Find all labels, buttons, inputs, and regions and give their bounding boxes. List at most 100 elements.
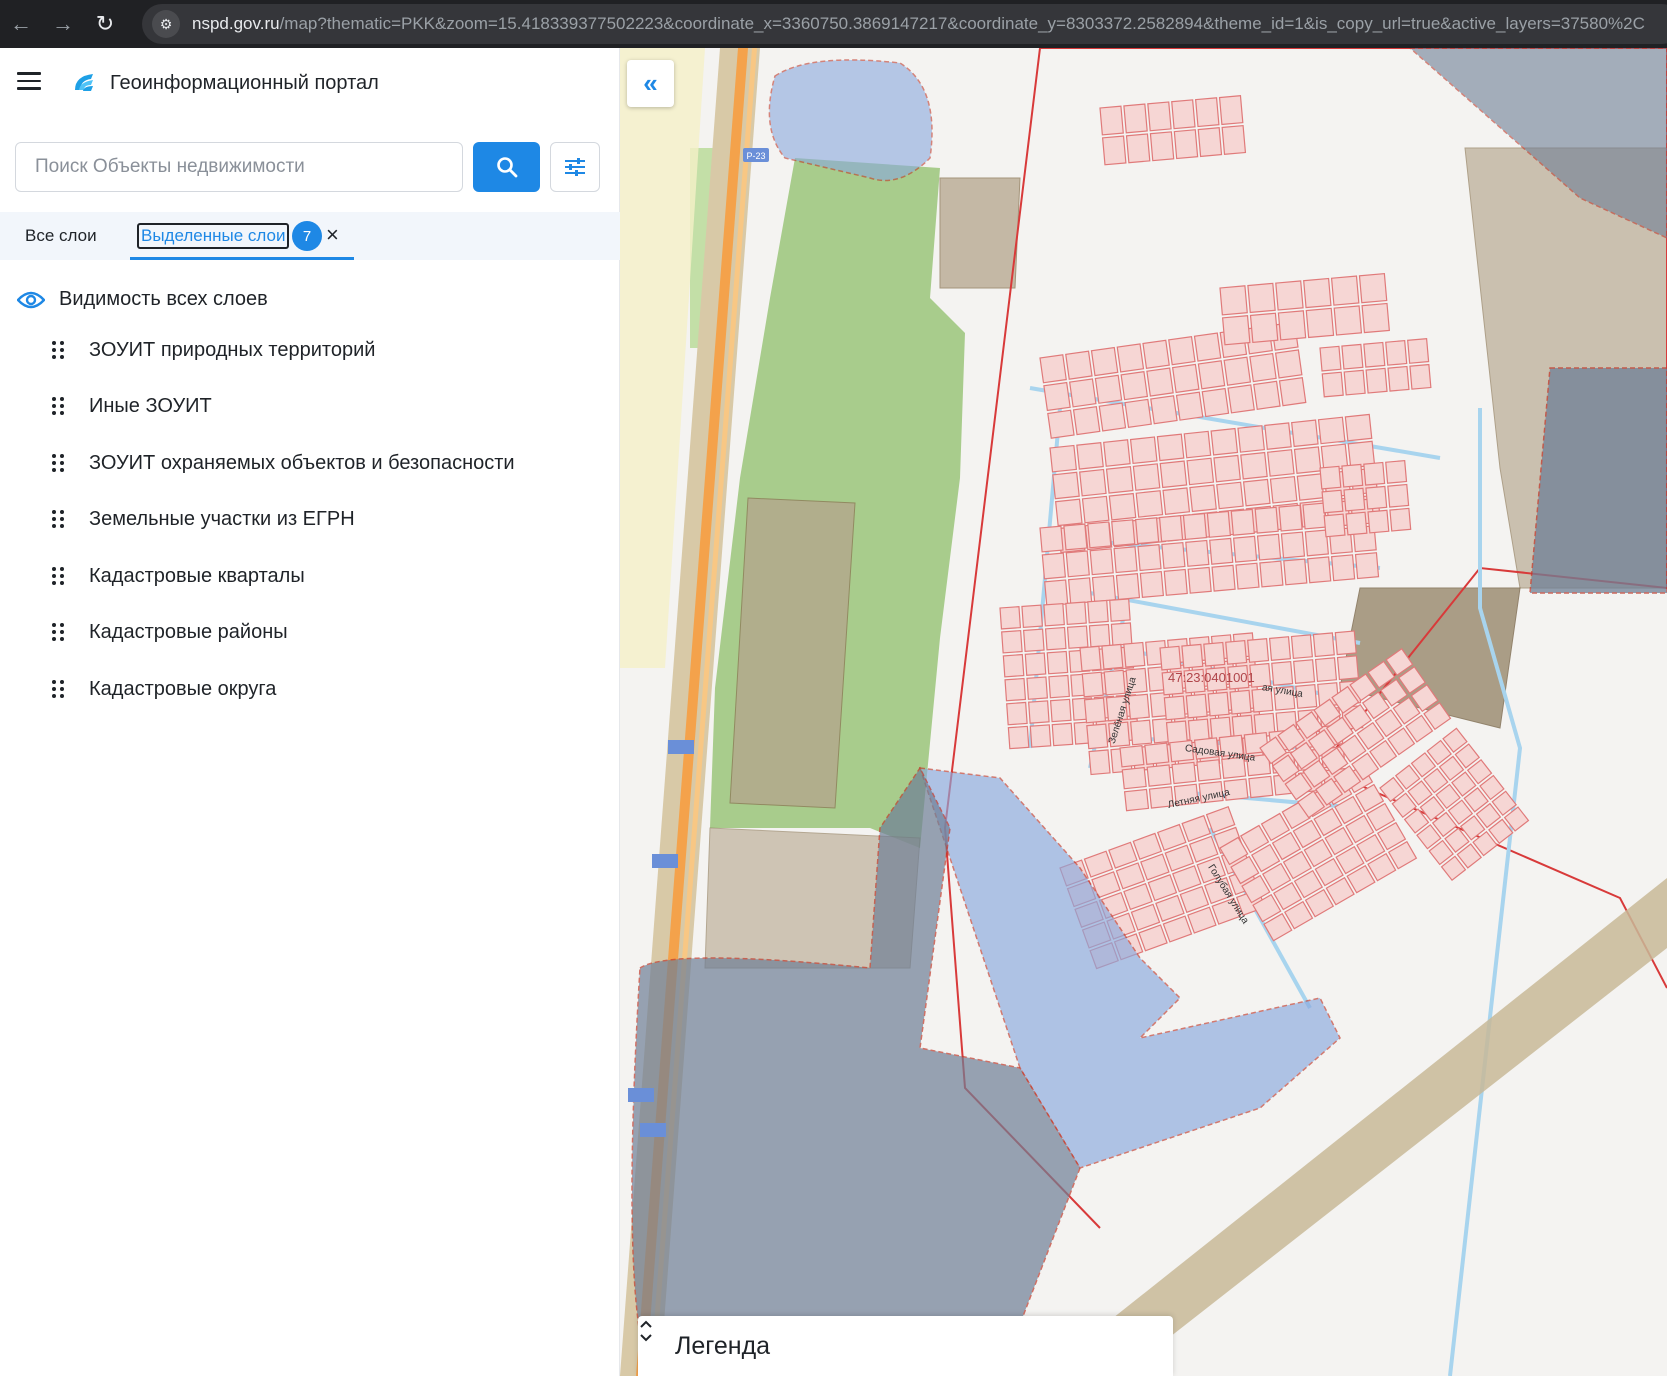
- land-parcel: [1079, 468, 1107, 497]
- land-parcel: [1146, 367, 1174, 397]
- layer-item[interactable]: Кадастровые районы: [52, 612, 288, 652]
- land-parcel: [1123, 788, 1150, 812]
- legend-title: Легенда: [675, 1332, 771, 1360]
- land-parcel: [1086, 723, 1109, 750]
- layer-item[interactable]: Земельные участки из ЕГРН: [52, 499, 355, 539]
- drag-handle-icon[interactable]: [52, 623, 66, 641]
- land-parcel: [1343, 369, 1366, 396]
- map-layers[interactable]: Р-23: [620, 48, 1667, 1376]
- visibility-label: Видимость всех слоев: [59, 288, 268, 310]
- land-parcel: [1101, 135, 1127, 166]
- land-parcel: [1076, 442, 1104, 470]
- back-arrow-icon[interactable]: ←: [0, 0, 42, 48]
- land-parcel: [1049, 444, 1078, 473]
- expand-collapse-icon[interactable]: [638, 1316, 654, 1346]
- layer-label: Земельные участки из ЕГРН: [89, 507, 355, 530]
- land-parcel: [1207, 691, 1230, 717]
- land-parcel: [1225, 639, 1248, 665]
- land-parcel: [1254, 506, 1279, 534]
- land-parcel: [1229, 689, 1252, 715]
- forward-arrow-icon[interactable]: →: [42, 0, 84, 48]
- land-parcel: [1358, 272, 1388, 304]
- land-parcel: [1109, 598, 1131, 622]
- search-button[interactable]: [473, 142, 540, 192]
- layer-item[interactable]: Кадастровые округа: [52, 669, 276, 709]
- land-parcel: [1307, 556, 1332, 584]
- tab-all-layers[interactable]: Все слои: [25, 226, 97, 246]
- land-parcel: [1218, 95, 1244, 126]
- land-parcel: [1065, 350, 1093, 380]
- land-parcel: [1333, 305, 1363, 336]
- drag-handle-icon[interactable]: [52, 341, 66, 359]
- land-parcel: [1119, 745, 1145, 768]
- land-parcel: [1108, 492, 1137, 521]
- legend-panel[interactable]: Легенда: [638, 1316, 1173, 1376]
- map-canvas[interactable]: Р-23 47:23:0401001 Зелёная улица Садовая…: [620, 48, 1667, 1376]
- land-parcel: [1181, 814, 1212, 843]
- drag-handle-icon[interactable]: [52, 510, 66, 528]
- site-info-icon[interactable]: ⚙: [152, 10, 180, 38]
- tab-selected-layers[interactable]: Выделенные слои: [137, 223, 290, 249]
- land-parcel: [1091, 575, 1117, 603]
- reload-icon[interactable]: ↻: [84, 0, 126, 48]
- land-parcel: [1365, 485, 1388, 510]
- parcel-block: [1219, 272, 1390, 346]
- app-header: Геоинформационный портал: [0, 48, 620, 120]
- land-parcel: [1385, 339, 1408, 366]
- cadastral-quarter-label[interactable]: 47:23:0401001: [1168, 670, 1255, 685]
- drag-handle-icon[interactable]: [52, 567, 66, 585]
- parcel-block: [1099, 95, 1247, 166]
- land-parcel: [1344, 413, 1373, 442]
- drag-handle-icon[interactable]: [52, 680, 66, 698]
- land-parcel: [1341, 463, 1364, 488]
- menu-icon[interactable]: [17, 72, 41, 92]
- land-parcel: [1336, 655, 1360, 681]
- land-parcel: [1304, 529, 1330, 557]
- land-parcel: [1407, 338, 1430, 364]
- land-parcel: [1221, 124, 1247, 155]
- land-parcel: [1293, 446, 1322, 474]
- land-parcel: [1194, 97, 1220, 128]
- drag-handle-icon[interactable]: [52, 397, 66, 415]
- eye-icon[interactable]: [17, 290, 45, 310]
- drag-handle-icon[interactable]: [52, 454, 66, 472]
- land-parcel: [1088, 623, 1111, 648]
- land-parcel: [1161, 541, 1186, 569]
- layer-item[interactable]: ЗОУИТ природных территорий: [52, 330, 375, 370]
- land-parcel: [1044, 626, 1067, 651]
- land-parcel: [1113, 546, 1138, 574]
- land-parcel: [1159, 460, 1188, 489]
- layer-item[interactable]: Иные ЗОУИТ: [52, 386, 212, 426]
- search-input[interactable]: Поиск Объекты недвижимости: [15, 142, 463, 192]
- layer-label: Иные ЗОУИТ: [89, 394, 212, 417]
- land-parcel: [1319, 345, 1342, 372]
- land-parcel: [1387, 483, 1410, 508]
- layer-item[interactable]: Кадастровые кварталы: [52, 556, 305, 596]
- collapse-panel-button[interactable]: «: [627, 60, 674, 107]
- url-text[interactable]: nspd.gov.ru/map?thematic=PKK&zoom=15.418…: [192, 14, 1645, 34]
- land-parcel: [1256, 533, 1282, 561]
- land-parcel: [1323, 513, 1346, 538]
- filter-button[interactable]: [550, 142, 600, 192]
- land-parcel: [1247, 638, 1270, 663]
- land-parcel: [1293, 659, 1316, 684]
- land-parcel: [1158, 515, 1184, 543]
- toggle-all-visibility[interactable]: Видимость всех слоев: [17, 288, 268, 311]
- app-title: Геоинформационный портал: [110, 72, 379, 94]
- land-parcel: [1155, 894, 1185, 922]
- close-icon[interactable]: ×: [326, 222, 339, 248]
- browser-toolbar: ← → ↻ ⚙ nspd.gov.ru/map?thematic=PKK&zoo…: [0, 0, 1667, 48]
- address-bar[interactable]: ⚙ nspd.gov.ru/map?thematic=PKK&zoom=15.4…: [142, 4, 1667, 44]
- land-parcel: [1321, 371, 1344, 398]
- land-parcel: [1146, 764, 1172, 787]
- land-parcel: [1249, 352, 1277, 383]
- land-parcel: [1187, 566, 1212, 594]
- layer-item[interactable]: ЗОУИТ охраняемых объектов и безопасности: [52, 443, 515, 483]
- layers-sidebar: Геоинформационный портал Поиск Объекты н…: [0, 48, 620, 1376]
- land-parcel: [1389, 507, 1412, 532]
- land-parcel: [1083, 697, 1107, 724]
- land-parcel: [1171, 363, 1200, 394]
- land-parcel: [1330, 554, 1356, 582]
- land-parcel: [1179, 885, 1210, 914]
- land-parcel: [1105, 466, 1134, 494]
